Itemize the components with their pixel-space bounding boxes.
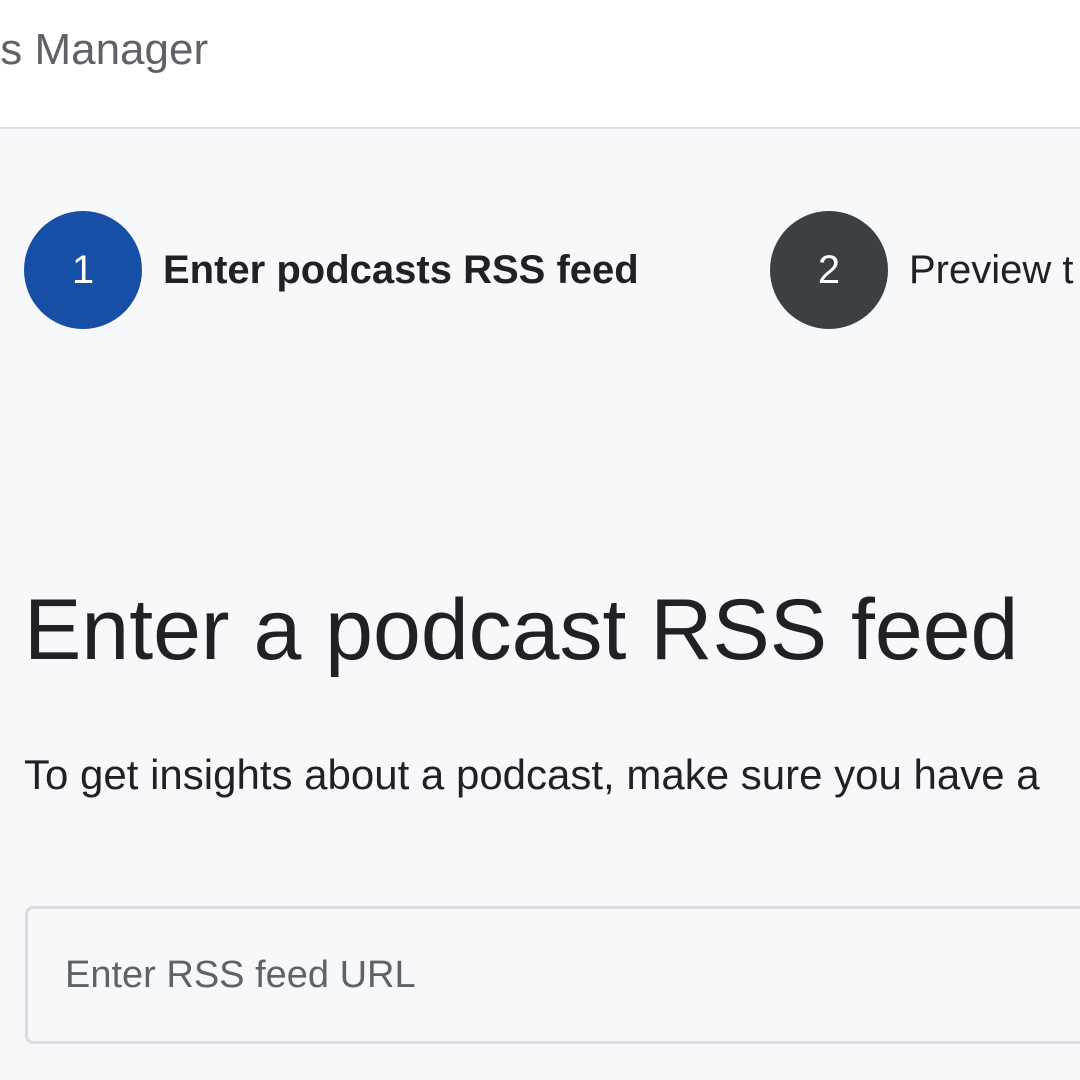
step-number-badge: 2 xyxy=(770,211,888,329)
step-number-badge: 1 xyxy=(24,211,142,329)
page: ts Manager 1 Enter podcasts RSS feed 2 P… xyxy=(0,0,1080,1080)
step-enter-rss-feed[interactable]: 1 Enter podcasts RSS feed xyxy=(24,208,639,332)
step-preview[interactable]: 2 Preview t xyxy=(770,208,1074,332)
step-label: Preview t xyxy=(909,247,1074,292)
page-heading: Enter a podcast RSS feed xyxy=(24,582,1019,678)
top-app-bar: ts Manager xyxy=(0,0,1080,129)
app-title: ts Manager xyxy=(0,25,209,74)
rss-feed-url-input[interactable] xyxy=(25,906,1080,1044)
step-label: Enter podcasts RSS feed xyxy=(163,247,639,292)
stepper: 1 Enter podcasts RSS feed 2 Preview t xyxy=(0,208,1080,332)
page-description: To get insights about a podcast, make su… xyxy=(24,751,1040,798)
